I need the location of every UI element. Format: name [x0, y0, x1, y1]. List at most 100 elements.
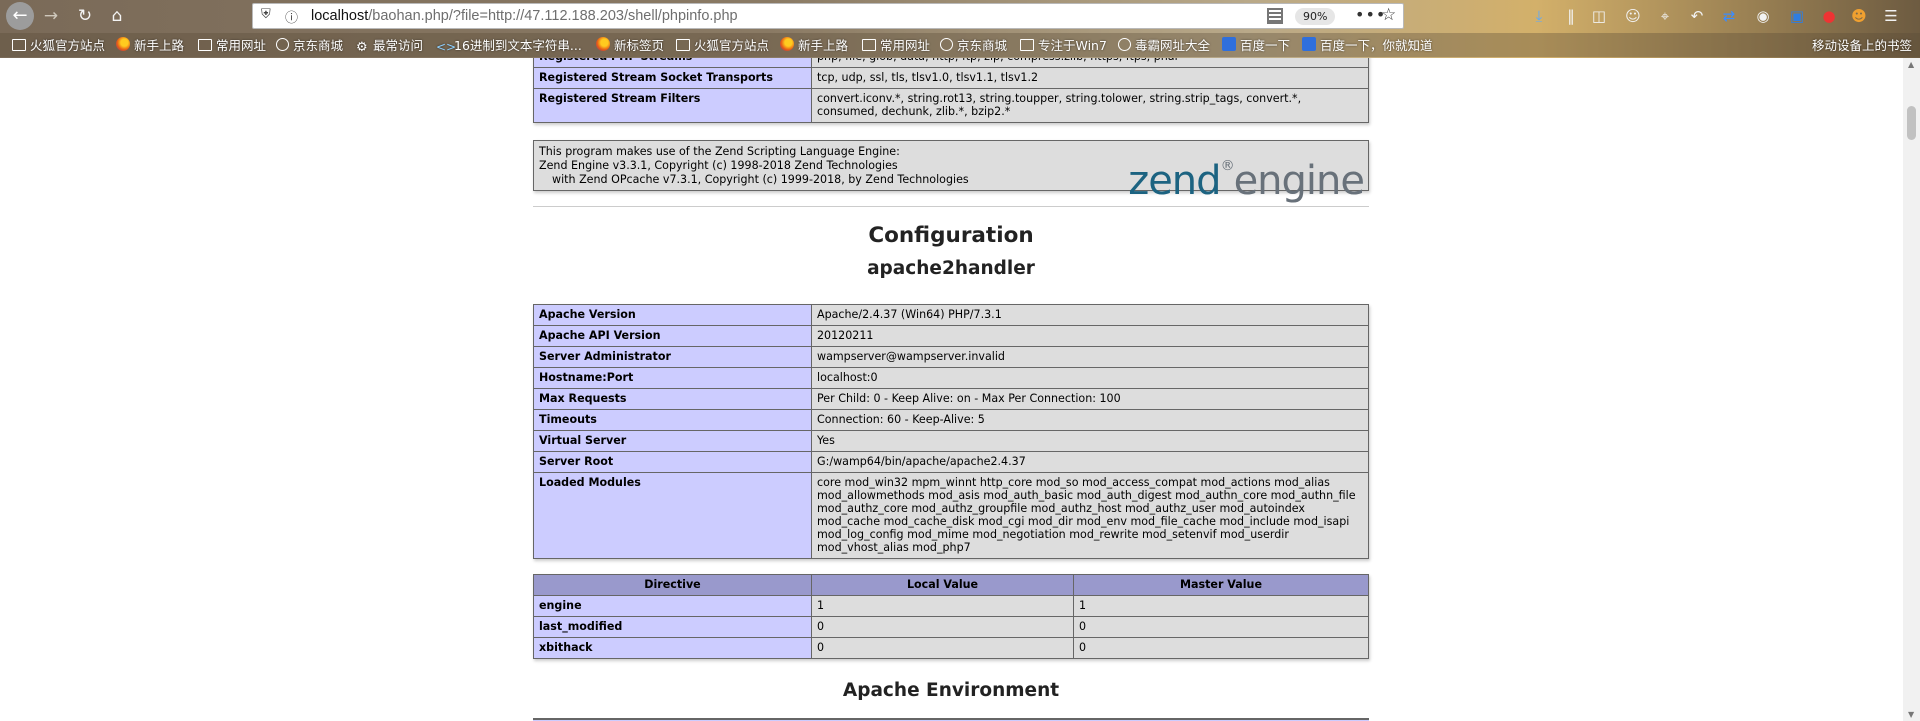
table-row: xbithack 0 0 [533, 637, 1369, 659]
zoom-level-badge[interactable]: 90% [1295, 8, 1336, 25]
configuration-heading: Configuration [868, 223, 1034, 248]
sync-icon[interactable]: ⇄ [1718, 5, 1740, 27]
scroll-up-arrow-icon[interactable]: ▲ [1908, 60, 1914, 69]
row-value: G:/wamp64/bin/apache/apache2.4.37 [811, 451, 1369, 473]
bookmark-item[interactable]: 常用网址 [198, 37, 266, 55]
folder-icon [1020, 39, 1034, 51]
bookmark-label: 16进制到文本字符串... [454, 38, 582, 53]
bookmark-label: 京东商城 [957, 38, 1008, 53]
undo-icon[interactable]: ↶ [1686, 5, 1708, 27]
bookmark-item[interactable]: 新手上路 [116, 37, 184, 55]
vertical-scrollbar[interactable]: ▲ ▼ [1903, 58, 1920, 721]
crop-screenshot-icon[interactable]: ⌖ [1654, 5, 1676, 27]
globe-icon [276, 38, 289, 51]
local-value: 0 [811, 616, 1074, 638]
url-text[interactable]: localhost/baohan.php/?file=http://47.112… [311, 8, 738, 24]
row-value: core mod_win32 mpm_winnt http_core mod_s… [811, 472, 1369, 559]
row-key: Loaded Modules [533, 472, 812, 559]
column-header: Directive [533, 574, 812, 596]
firefox-icon [780, 37, 794, 51]
home-button[interactable]: ⌂ [104, 3, 130, 29]
bookmark-item[interactable]: 京东商城 [276, 37, 343, 55]
table-row: Timeouts Connection: 60 - Keep-Alive: 5 [533, 409, 1369, 431]
bookmark-item[interactable]: 常用网址 [862, 37, 930, 55]
bookmarks-toolbar: 火狐官方站点 新手上路 常用网址 京东商城 ⚙ 最常访问 <>16进制到文本字符串… [0, 33, 1920, 57]
row-key: Virtual Server [533, 430, 812, 452]
bookmark-star-icon[interactable]: ☆ [1381, 5, 1396, 25]
directive-table: Directive Local Value Master Value engin… [533, 574, 1369, 659]
bookmark-item[interactable]: 百度一下，你就知道 [1302, 37, 1433, 55]
extension-red-icon[interactable]: ● [1818, 5, 1840, 27]
apache-environment-heading: Apache Environment [842, 680, 1060, 701]
extension-box-icon[interactable]: ▣ [1786, 5, 1808, 27]
row-key: Hostname:Port [533, 367, 812, 389]
row-key: Registered Stream Socket Transports [533, 67, 812, 89]
bookmark-item[interactable]: 京东商城 [940, 37, 1007, 55]
bookmark-label: 新手上路 [798, 38, 849, 53]
row-key: Server Root [533, 451, 812, 473]
bookmark-label: 常用网址 [216, 38, 267, 53]
bookmark-label: 新标签页 [614, 38, 665, 53]
browser-chrome: ← → ↻ ⌂ ⛨ ⓘ localhost/baohan.php/?file=h… [0, 0, 1920, 58]
navigation-toolbar: ← → ↻ ⌂ ⛨ ⓘ localhost/baohan.php/?file=h… [0, 0, 1920, 32]
row-value: localhost:0 [811, 367, 1369, 389]
extension-monkey-icon[interactable]: ☻ [1848, 5, 1870, 27]
scroll-down-arrow-icon[interactable]: ▼ [1908, 710, 1914, 719]
zend-engine-box: This program makes use of the Zend Scrip… [533, 140, 1369, 203]
master-value: 0 [1073, 637, 1369, 659]
directive-table-wrap: Directive Local Value Master Value engin… [533, 574, 1369, 659]
logo-engine-text: engine [1233, 158, 1365, 204]
sidebar-icon[interactable]: ◫ [1588, 5, 1610, 27]
row-value: Connection: 60 - Keep-Alive: 5 [811, 409, 1369, 431]
bookmark-label: 百度一下 [1240, 38, 1291, 53]
forward-button[interactable]: → [38, 3, 64, 29]
row-value: wampserver@wampserver.invalid [811, 346, 1369, 368]
table-row: Apache Version Apache/2.4.37 (Win64) PHP/… [533, 304, 1369, 326]
folder-icon [862, 39, 876, 51]
bookmark-item[interactable]: ⚙ 最常访问 [356, 37, 423, 55]
bookmark-item[interactable]: 新手上路 [780, 37, 848, 55]
apache-table-wrap: Apache Version Apache/2.4.37 (Win64) PHP/… [533, 304, 1369, 559]
address-bar[interactable]: ⛨ ⓘ localhost/baohan.php/?file=http://47… [252, 3, 1404, 29]
menu-icon[interactable]: ☰ [1880, 5, 1902, 27]
row-value: convert.iconv.*, string.rot13, string.to… [811, 88, 1369, 123]
back-button[interactable]: ← [6, 2, 34, 30]
mobile-bookmarks[interactable]: 移动设备上的书签 [1812, 37, 1912, 55]
logo-zend-text: zend [1128, 158, 1221, 204]
extension-ball-icon[interactable]: ◉ [1752, 5, 1774, 27]
library-icon[interactable]: ‖ [1560, 5, 1582, 27]
gear-icon: ⚙ [356, 40, 368, 55]
qr-code-icon[interactable] [1267, 8, 1283, 24]
row-value: php, file, glob, data, http, ftp, zip, c… [811, 58, 1369, 68]
zend-engine-logo: zend®engine [1128, 144, 1365, 204]
bookmark-item[interactable]: <>16进制到文本字符串... [436, 37, 582, 55]
tracking-shield-icon[interactable]: ⛨ [261, 7, 271, 22]
bookmark-item[interactable]: 火狐官方站点 [12, 37, 105, 55]
folder-icon [198, 39, 212, 51]
row-value: Apache/2.4.37 (Win64) PHP/7.3.1 [811, 304, 1369, 326]
row-value: 20120211 [811, 325, 1369, 347]
site-info-icon[interactable]: ⓘ [285, 7, 298, 26]
bookmark-item[interactable]: 新标签页 [596, 37, 664, 55]
local-value: 0 [811, 637, 1074, 659]
column-header: Master Value [1073, 574, 1369, 596]
streams-table: Registered PHP Streams php, file, glob, … [533, 58, 1369, 123]
apache-section-heading: apache2handler [867, 258, 1035, 279]
bookmark-label: 新手上路 [134, 38, 185, 53]
bookmark-item[interactable]: 火狐官方站点 [676, 37, 769, 55]
bookmark-label: 专注于Win7 [1038, 38, 1107, 53]
row-key: Server Administrator [533, 346, 812, 368]
row-value: tcp, udp, ssl, tls, tlsv1.0, tlsv1.1, tl… [811, 67, 1369, 89]
account-icon[interactable]: ☺ [1622, 5, 1644, 27]
table-row: Registered Stream Socket Transports tcp,… [533, 67, 1369, 89]
directive-name: xbithack [533, 637, 812, 659]
bookmark-item[interactable]: 毒霸网址大全 [1118, 37, 1210, 55]
table-row: engine 1 1 [533, 595, 1369, 617]
bookmark-item[interactable]: 百度一下 [1222, 37, 1290, 55]
scrollbar-thumb[interactable] [1907, 106, 1916, 140]
bookmark-item[interactable]: 专注于Win7 [1020, 37, 1107, 55]
reload-button[interactable]: ↻ [72, 3, 98, 29]
page-content: Registered PHP Streams php, file, glob, … [0, 58, 1903, 721]
download-icon[interactable]: ⤓ [1528, 5, 1550, 27]
globe-icon [940, 38, 953, 51]
